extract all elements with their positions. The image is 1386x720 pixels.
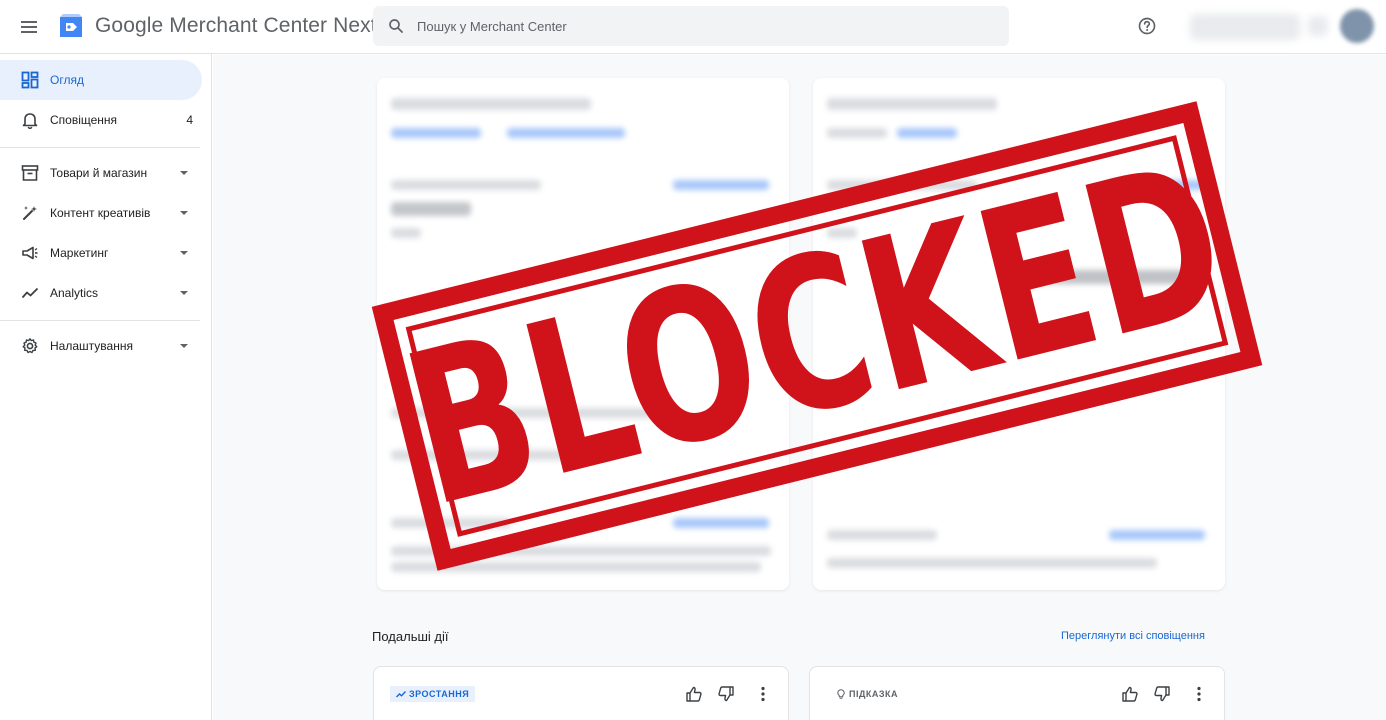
chevron-down-icon	[180, 211, 188, 215]
chevron-down-icon	[180, 344, 188, 348]
chip-label: ПІДКАЗКА	[849, 689, 899, 699]
menu-icon[interactable]	[18, 16, 40, 38]
chevron-down-icon	[180, 251, 188, 255]
action-card-tip[interactable]: ПІДКАЗКА	[809, 666, 1225, 720]
trending-icon	[21, 287, 39, 299]
thumbs-down-icon[interactable]	[717, 685, 735, 703]
sidebar-item-products-store[interactable]: Товари й магазин	[0, 153, 202, 193]
chevron-down-icon	[180, 171, 188, 175]
avatar[interactable]	[1340, 9, 1374, 43]
sidebar-divider	[0, 320, 200, 321]
help-icon[interactable]	[1137, 16, 1157, 36]
sidebar-item-label: Огляд	[50, 73, 84, 87]
gear-icon	[22, 338, 38, 354]
trending-up-icon	[396, 691, 406, 698]
top-bar: Google Merchant Center Next	[0, 0, 1386, 54]
thumbs-up-icon[interactable]	[685, 685, 703, 703]
sidebar-item-label: Контент креативів	[50, 206, 151, 220]
sidebar-item-label: Сповіщення	[50, 113, 118, 127]
sidebar-item-creative-content[interactable]: Контент креативів	[0, 193, 202, 233]
sidebar-item-settings[interactable]: Налаштування	[0, 326, 202, 366]
search-bar[interactable]	[373, 6, 1009, 46]
bell-icon	[22, 113, 38, 129]
sidebar-item-overview[interactable]: Огляд	[0, 60, 202, 100]
creative-wand-icon	[23, 206, 37, 220]
more-options-icon[interactable]	[1190, 685, 1208, 703]
merchant-logo-icon	[60, 14, 82, 37]
sidebar-divider	[0, 147, 200, 148]
chip-label: ЗРОСТАННЯ	[409, 689, 470, 699]
sidebar-item-label: Маркетинг	[50, 246, 109, 260]
sidebar-item-label: Налаштування	[50, 339, 133, 353]
search-input[interactable]	[417, 6, 997, 46]
account-switcher[interactable]	[1190, 14, 1300, 40]
sidebar-item-label: Товари й магазин	[50, 166, 148, 180]
notification-count-badge: 4	[186, 113, 193, 127]
sidebar-item-label: Analytics	[50, 286, 99, 300]
app-title: Google Merchant Center Next	[95, 14, 377, 37]
sidebar-item-analytics[interactable]: Analytics	[0, 273, 202, 313]
overview-icon	[21, 71, 39, 89]
growth-chip: ЗРОСТАННЯ	[390, 686, 476, 702]
lightbulb-icon	[837, 689, 845, 699]
more-options-icon[interactable]	[754, 685, 772, 703]
search-icon[interactable]	[387, 17, 405, 35]
view-all-notifications-link[interactable]: Переглянути всі сповіщення	[1061, 630, 1205, 642]
chevron-down-icon	[180, 291, 188, 295]
megaphone-icon	[22, 246, 38, 260]
sidebar-item-notifications[interactable]: Сповіщення 4	[0, 100, 202, 140]
thumbs-up-icon[interactable]	[1121, 685, 1139, 703]
apps-icon[interactable]	[1308, 16, 1328, 36]
action-card-growth[interactable]: ЗРОСТАННЯ	[373, 666, 789, 720]
tip-chip: ПІДКАЗКА	[830, 686, 904, 702]
store-icon	[21, 165, 39, 181]
sidebar: Огляд Сповіщення 4 Товари й магазин Конт…	[0, 54, 212, 720]
sidebar-item-marketing[interactable]: Маркетинг	[0, 233, 202, 273]
thumbs-down-icon[interactable]	[1153, 685, 1171, 703]
next-actions-title: Подальші дії	[372, 629, 449, 644]
